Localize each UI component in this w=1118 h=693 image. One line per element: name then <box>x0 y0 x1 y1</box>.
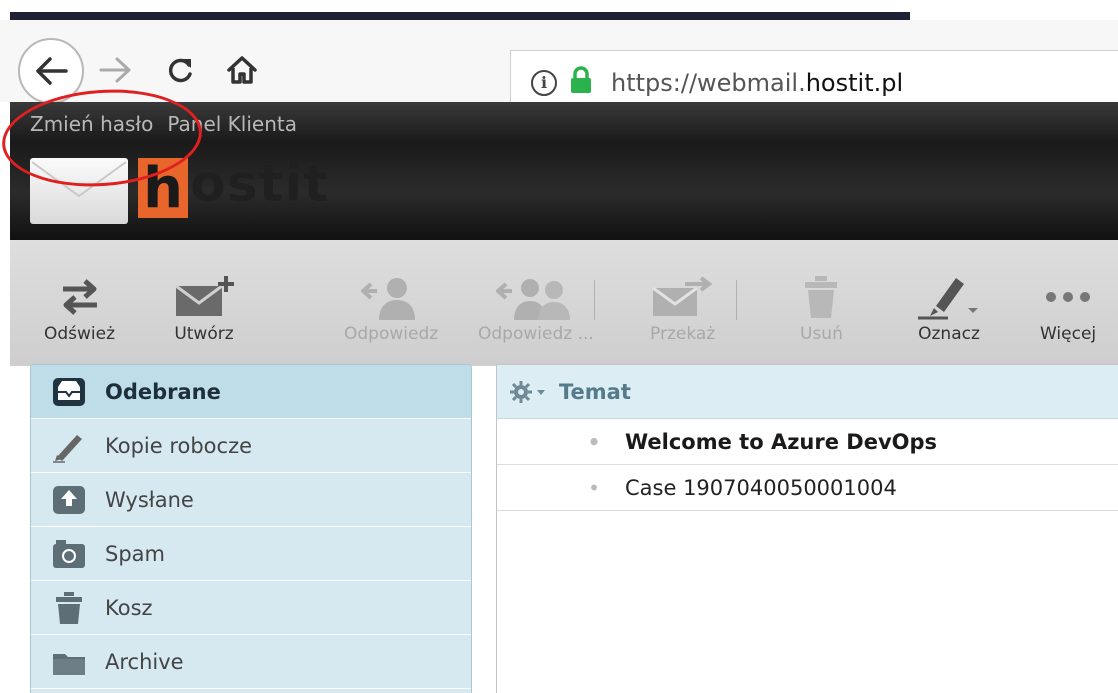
logo-wordmark: ostit <box>190 154 330 214</box>
message-row[interactable]: • Case 1907040050001004 <box>497 465 1118 511</box>
toolbar-separator <box>736 280 737 320</box>
message-bullet: • <box>588 475 600 500</box>
reply-all-button[interactable]: Odpowiedz ... <box>478 270 594 344</box>
forward-button[interactable] <box>96 50 136 90</box>
message-subject: Welcome to Azure DevOps <box>625 429 938 454</box>
folder-archive[interactable]: Archive <box>31 635 471 689</box>
sent-icon <box>49 483 89 517</box>
reply-button[interactable]: Odpowiedz <box>344 270 438 344</box>
folder-label: Wysłane <box>105 487 194 512</box>
reload-button[interactable] <box>160 50 200 90</box>
gear-icon <box>510 380 545 403</box>
folder-label: Kopie robocze <box>105 433 253 458</box>
message-subject: Case 1907040050001004 <box>625 475 897 500</box>
folder-label: Archive <box>105 649 184 674</box>
more-icon <box>1041 270 1095 324</box>
compose-button[interactable]: Utwórz <box>174 270 234 344</box>
folder-list: Odebrane Kopie robocze Wysłane Spam Kosz… <box>30 364 472 693</box>
folder-label: Spam <box>105 541 165 566</box>
url-host: hostit.pl <box>805 69 904 97</box>
refresh-icon <box>57 270 103 324</box>
toolbar-separator <box>594 280 595 320</box>
folder-spam[interactable]: Spam <box>31 527 471 581</box>
message-list-header: Temat <box>497 365 1118 419</box>
trash-icon <box>803 270 839 324</box>
message-list: Temat • Welcome to Azure DevOps • Case 1… <box>496 364 1118 693</box>
arrow-left-icon <box>36 57 68 85</box>
subject-column-header[interactable]: Temat <box>559 380 631 404</box>
folder-sent[interactable]: Wysłane <box>31 473 471 527</box>
delete-label: Usuń <box>800 324 843 344</box>
spam-icon <box>49 537 89 571</box>
home-button[interactable] <box>222 50 262 90</box>
reply-all-label: Odpowiedz ... <box>478 324 594 344</box>
browser-toolbar: i https://webmail. hostit.pl <box>0 20 1118 116</box>
more-label: Więcej <box>1040 324 1097 344</box>
mark-button[interactable]: Oznacz <box>914 270 984 344</box>
compose-icon <box>174 270 234 324</box>
mark-icon <box>914 270 984 324</box>
forward-label: Przekaż <box>650 324 716 344</box>
pencil-icon <box>49 429 89 463</box>
url-prefix: https://webmail. <box>611 69 806 97</box>
forward-icon <box>651 270 715 324</box>
reload-icon <box>168 58 192 83</box>
folder-inbox[interactable]: Odebrane <box>31 365 471 419</box>
reply-label: Odpowiedz <box>344 324 439 344</box>
info-icon[interactable]: i <box>531 70 557 96</box>
compose-label: Utwórz <box>174 324 234 344</box>
inbox-icon <box>49 375 89 409</box>
trash-icon <box>49 591 89 625</box>
forward-mail-button[interactable]: Przekaż <box>650 270 715 344</box>
more-button[interactable]: Więcej <box>1040 270 1096 344</box>
window-top-stripe <box>10 12 910 20</box>
reply-all-icon <box>495 270 576 324</box>
mark-label: Oznacz <box>918 324 980 344</box>
refresh-button[interactable]: Odśwież <box>44 270 115 344</box>
message-row[interactable]: • Welcome to Azure DevOps <box>497 419 1118 465</box>
list-options-button[interactable] <box>509 380 549 404</box>
delete-button[interactable]: Usuń <box>800 270 843 344</box>
lock-icon[interactable] <box>569 66 593 100</box>
reply-icon <box>361 270 421 324</box>
refresh-label: Odśwież <box>44 324 116 344</box>
folder-drafts[interactable]: Kopie robocze <box>31 419 471 473</box>
message-bullet: • <box>587 429 601 454</box>
folder-label: Kosz <box>105 595 153 620</box>
arrow-right-icon <box>99 57 131 83</box>
home-icon <box>227 56 257 84</box>
archive-icon <box>49 645 89 679</box>
folder-label: Odebrane <box>105 379 221 404</box>
folder-trash[interactable]: Kosz <box>31 581 471 635</box>
mail-toolbar: Odśwież Utwórz Odpowiedz Odpowiedz ... P… <box>10 240 1118 366</box>
